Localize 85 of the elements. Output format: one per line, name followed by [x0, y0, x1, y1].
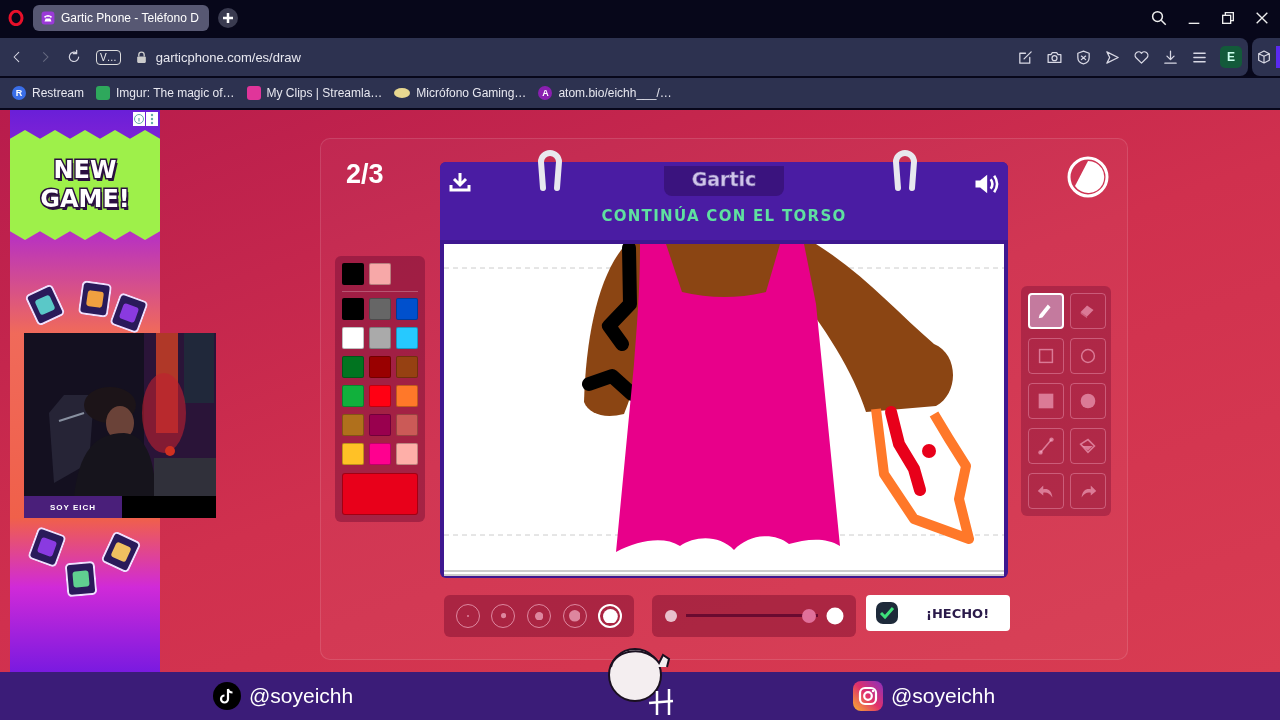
drawing-prompt: CONTINÚA CON EL TORSO	[601, 207, 847, 225]
dot-icon	[568, 610, 581, 622]
faint-dot-icon	[664, 609, 678, 623]
color-swatch[interactable]	[342, 263, 364, 285]
color-swatch[interactable]	[396, 414, 418, 436]
drawing-canvas[interactable]	[444, 244, 1004, 576]
color-swatch[interactable]	[369, 385, 391, 407]
color-swatch[interactable]	[342, 298, 364, 320]
current-color[interactable]	[342, 473, 418, 515]
send-icon[interactable]	[1104, 48, 1121, 66]
done-button[interactable]: ¡HECHO!	[866, 595, 1010, 631]
bookmark[interactable]: R Restream	[12, 86, 84, 100]
fill-tool[interactable]	[1070, 428, 1106, 464]
bookmark[interactable]: Micrófono Gaming…	[394, 86, 527, 100]
opera-logo-icon[interactable]	[8, 10, 24, 26]
profile-avatar[interactable]: E	[1220, 46, 1242, 68]
address-field[interactable]: garticphone.com/es/draw	[155, 49, 301, 65]
dot-icon	[500, 613, 506, 619]
color-swatch[interactable]	[369, 414, 391, 436]
tiktok-icon[interactable]	[213, 682, 241, 710]
color-swatch[interactable]	[396, 356, 418, 378]
color-swatch[interactable]	[342, 356, 364, 378]
restore-icon[interactable]	[1220, 10, 1236, 26]
ad-headline: NEW GAME!	[39, 156, 131, 214]
color-swatch[interactable]	[369, 443, 391, 465]
color-swatch[interactable]	[369, 327, 391, 349]
line-tool[interactable]	[1028, 428, 1064, 464]
lock-icon	[134, 50, 148, 64]
dot-icon	[602, 608, 618, 624]
color-swatch[interactable]	[342, 414, 364, 436]
color-swatch[interactable]	[369, 298, 391, 320]
webcam-caption: SOY EICH	[24, 496, 122, 518]
cube-icon[interactable]	[1256, 49, 1272, 65]
bookmark[interactable]: Imgur: The magic of…	[96, 86, 235, 100]
tile-icon	[64, 560, 98, 598]
line-icon	[1035, 435, 1057, 457]
redo-button[interactable]	[1070, 473, 1106, 509]
color-swatch[interactable]	[396, 385, 418, 407]
slider-thumb[interactable]	[801, 609, 816, 623]
bookmark[interactable]: My Clips | Streamla…	[246, 86, 383, 100]
social-handle: @soyeichh	[891, 684, 996, 708]
sidebar-indicator	[1276, 46, 1280, 68]
binder-ring-icon	[890, 148, 920, 192]
filled-circle-tool[interactable]	[1070, 383, 1106, 419]
shield-icon[interactable]	[1075, 48, 1092, 66]
color-swatch[interactable]	[396, 443, 418, 465]
download-icon[interactable]	[448, 170, 472, 194]
ad-banner-bottom[interactable]	[10, 518, 160, 672]
rectangle-tool[interactable]	[1028, 338, 1064, 374]
bookmark-favicon: A	[538, 86, 553, 100]
filled-rectangle-tool[interactable]	[1028, 383, 1064, 419]
browser-tab[interactable]: Gartic Phone - Teléfono D	[33, 5, 209, 31]
bookmark-favicon: R	[12, 86, 26, 100]
tile-icon	[77, 280, 113, 318]
instagram-icon[interactable]	[853, 681, 883, 711]
color-swatch[interactable]	[396, 298, 418, 320]
color-swatch[interactable]	[342, 443, 364, 465]
close-icon[interactable]	[1254, 10, 1270, 26]
eraser-tool[interactable]	[1070, 293, 1106, 329]
pencil-tool[interactable]	[1028, 293, 1064, 329]
phone-icon	[41, 11, 55, 25]
undo-button[interactable]	[1028, 473, 1064, 509]
reload-icon[interactable]	[66, 49, 82, 65]
info-icon[interactable]	[133, 112, 145, 126]
dot-icon	[534, 611, 544, 621]
edit-icon[interactable]	[1017, 48, 1034, 66]
new-tab-button[interactable]	[217, 8, 238, 28]
color-swatch[interactable]	[342, 385, 364, 407]
download-icon[interactable]	[1162, 48, 1179, 66]
bookmark[interactable]: A atom.bio/eichh___/…	[538, 86, 672, 100]
timer-icon	[1066, 155, 1110, 199]
heart-icon[interactable]	[1133, 48, 1150, 66]
color-swatch[interactable]	[369, 356, 391, 378]
game-logo: Gartic	[663, 166, 785, 196]
circle-tool[interactable]	[1070, 338, 1106, 374]
color-swatch[interactable]	[369, 263, 391, 285]
color-swatch[interactable]	[396, 327, 418, 349]
color-swatch[interactable]	[342, 327, 364, 349]
site-badge[interactable]: V…	[96, 49, 121, 65]
round-counter: 2/3	[345, 159, 385, 190]
search-icon[interactable]	[1150, 9, 1168, 27]
social-handle: @soyeichh	[249, 684, 354, 708]
binder-ring-icon	[535, 148, 565, 192]
check-icon	[874, 600, 900, 626]
solid-dot-icon	[826, 607, 844, 625]
